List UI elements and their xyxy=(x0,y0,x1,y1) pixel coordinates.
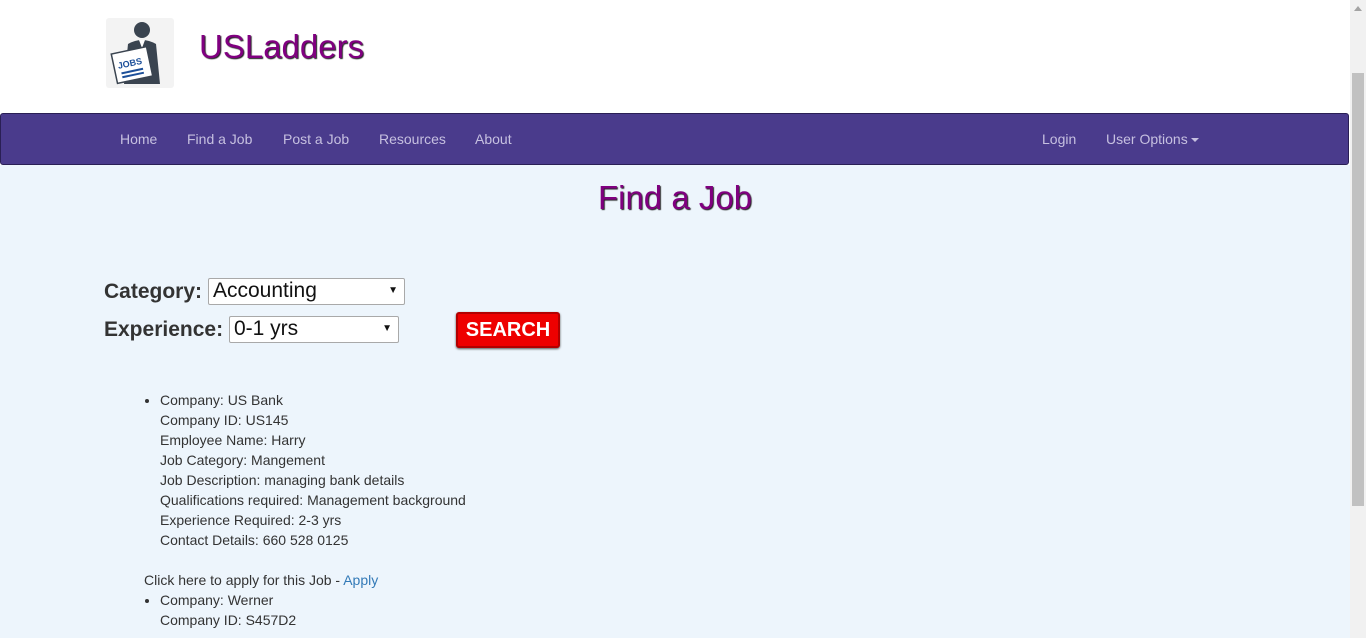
apply-link[interactable]: Apply xyxy=(343,572,378,588)
experience-selected-value: 0-1 yrs xyxy=(234,317,299,340)
page-scrollbar[interactable] xyxy=(1350,0,1366,638)
employee-name: Employee Name: Harry xyxy=(160,432,306,448)
job-details: Company: US Bank Company ID: US145 Emplo… xyxy=(160,390,804,550)
company-id: Company ID: US145 xyxy=(160,412,289,428)
page-title: Find a Job xyxy=(597,179,753,216)
main-navbar: Home Find a Job Post a Job Resources Abo… xyxy=(0,113,1349,165)
qualifications: Qualifications required: Management back… xyxy=(160,492,466,508)
job-category: Job Category: Mangement xyxy=(160,452,325,468)
apply-prefix: Click here to apply for this Job - xyxy=(144,572,344,588)
dropdown-arrow-icon: ▼ xyxy=(388,285,398,296)
category-selected-value: Accounting xyxy=(213,279,317,302)
experience-select[interactable]: 0-1 yrs ▼ xyxy=(229,316,399,343)
job-listing: Company: US Bank Company ID: US145 Emplo… xyxy=(104,390,804,590)
user-options-label: User Options xyxy=(1106,131,1188,147)
nav-find-a-job[interactable]: Find a Job xyxy=(187,114,252,164)
nav-post-a-job[interactable]: Post a Job xyxy=(283,114,349,164)
job-details: Company: Werner Company ID: S457D2 xyxy=(160,590,804,630)
nav-home[interactable]: Home xyxy=(120,114,157,164)
company-name: Company: Werner xyxy=(160,592,274,608)
job-list: Company: US Bank Company ID: US145 Emplo… xyxy=(104,390,804,630)
experience-required: Experience Required: 2-3 yrs xyxy=(160,512,342,528)
category-select[interactable]: Accounting ▼ xyxy=(208,278,405,305)
main-content: Find a Job Category: Accounting ▼ Experi… xyxy=(0,165,1350,638)
scrollbar-thumb[interactable] xyxy=(1352,73,1364,506)
contact-details: Contact Details: 660 528 0125 xyxy=(160,532,349,548)
company-name: Company: US Bank xyxy=(160,392,283,408)
job-listing: Company: Werner Company ID: S457D2 xyxy=(104,590,804,630)
apply-line: Click here to apply for this Job - Apply xyxy=(144,570,804,590)
job-description: Job Description: managing bank details xyxy=(160,472,405,488)
nav-user-options[interactable]: User Options xyxy=(1106,114,1199,164)
site-header: JOBS USLadders xyxy=(0,0,1350,113)
nav-about[interactable]: About xyxy=(475,114,512,164)
nav-login[interactable]: Login xyxy=(1042,114,1076,164)
caret-down-icon xyxy=(1190,138,1199,143)
category-label: Category: xyxy=(104,280,203,303)
search-button[interactable]: SEARCH xyxy=(456,312,560,348)
nav-resources[interactable]: Resources xyxy=(379,114,446,164)
experience-label: Experience: xyxy=(104,318,224,341)
site-brand[interactable]: USLadders xyxy=(199,28,364,66)
dropdown-arrow-icon: ▼ xyxy=(382,323,392,334)
logo-icon[interactable]: JOBS xyxy=(106,18,174,88)
company-id: Company ID: S457D2 xyxy=(160,612,297,628)
scroll-up-arrow-icon[interactable] xyxy=(1354,6,1362,11)
